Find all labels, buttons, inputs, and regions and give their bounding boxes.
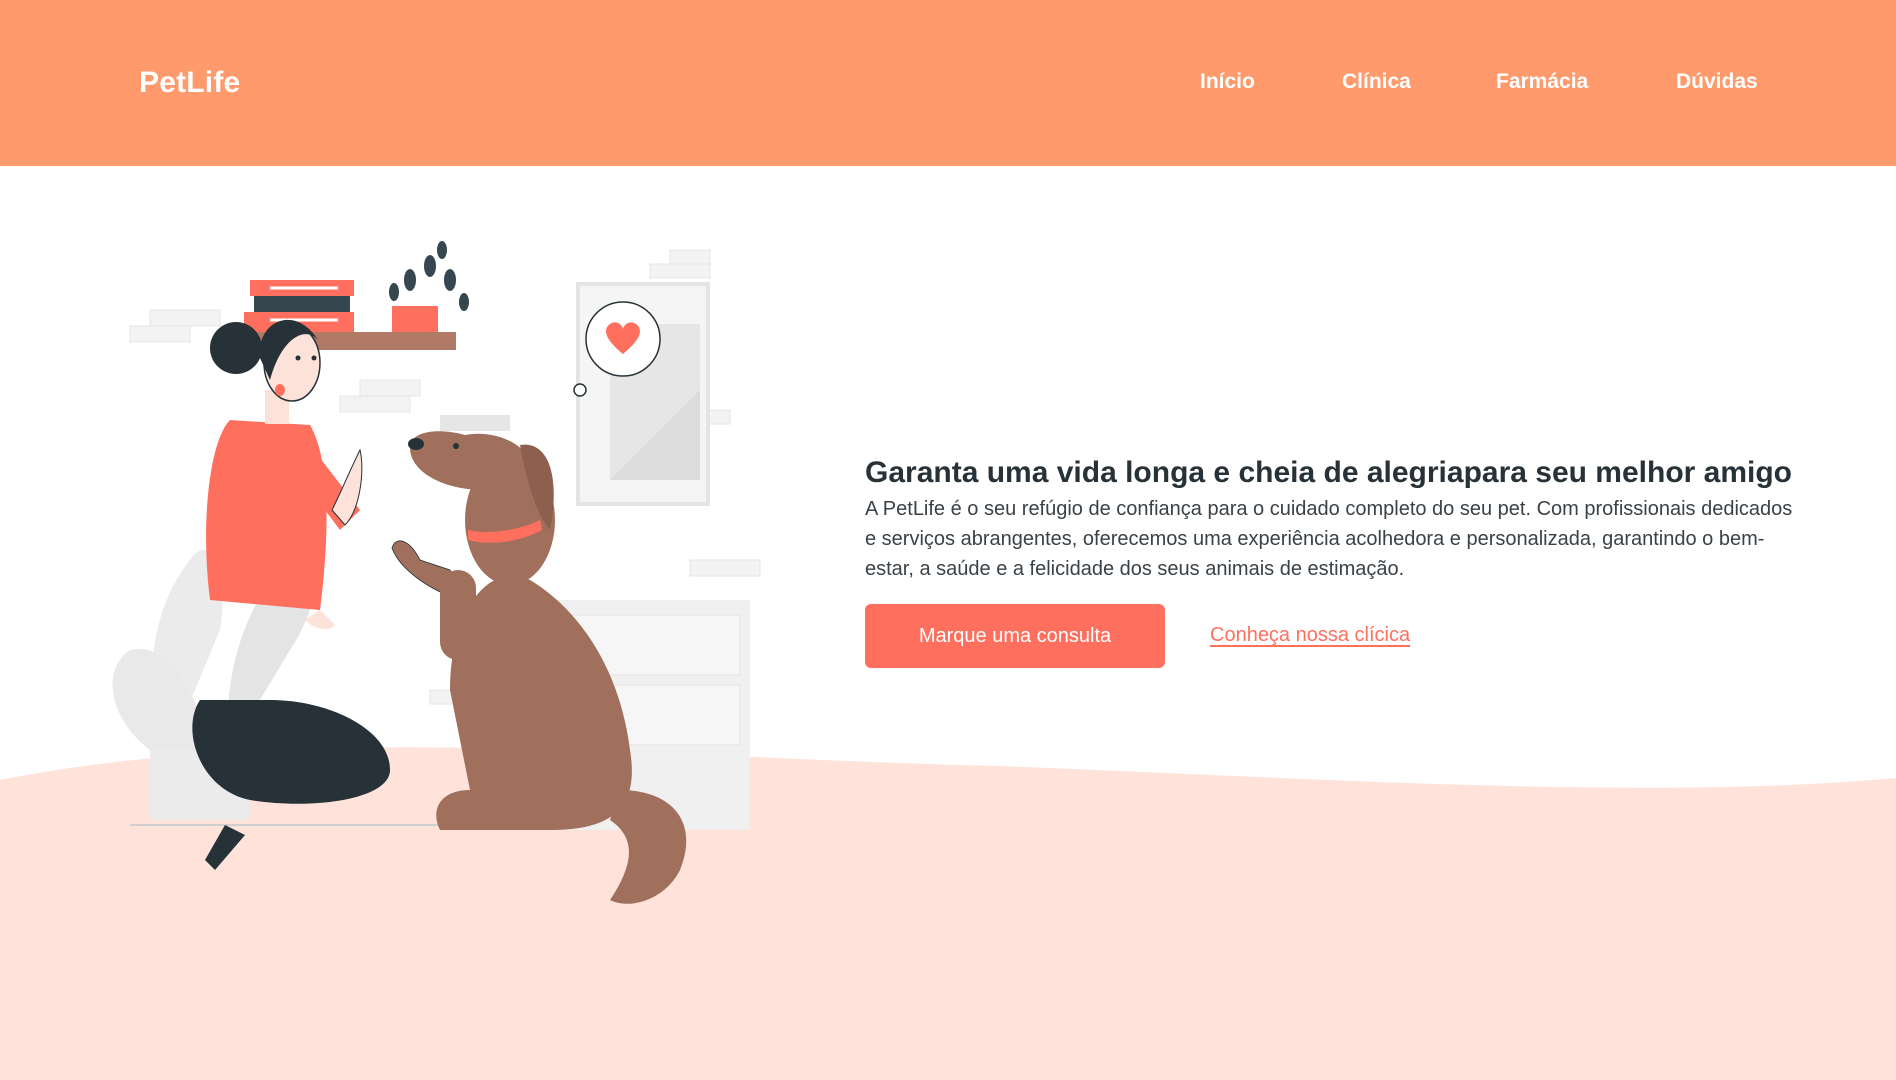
nav-link-inicio[interactable]: Início bbox=[1200, 70, 1255, 94]
woman-and-dog-high-five-illustration bbox=[112, 241, 761, 904]
hero-actions: Marque uma consulta Conheça nossa clícic… bbox=[865, 604, 1805, 668]
nav-link-duvidas[interactable]: Dúvidas bbox=[1676, 70, 1758, 94]
clinic-link[interactable]: Conheça nossa clícica bbox=[1210, 624, 1410, 647]
logo[interactable]: PetLife bbox=[139, 66, 240, 100]
nav-link-clinica[interactable]: Clínica bbox=[1342, 70, 1411, 94]
hero-description: A PetLife é o seu refúgio de confiança p… bbox=[865, 498, 1793, 580]
hero-section: Garanta uma vida longa e cheia de alegri… bbox=[865, 454, 1805, 668]
hero-title: Garanta uma vida longa e cheia de alegri… bbox=[865, 456, 1792, 489]
main-nav: Início Clínica Farmácia Dúvidas bbox=[1200, 70, 1760, 100]
top-navbar: PetLife Início Clínica Farmácia Dúvidas bbox=[0, 0, 1896, 166]
nav-link-farmacia[interactable]: Farmácia bbox=[1496, 70, 1588, 94]
book-appointment-button[interactable]: Marque uma consulta bbox=[865, 604, 1165, 668]
